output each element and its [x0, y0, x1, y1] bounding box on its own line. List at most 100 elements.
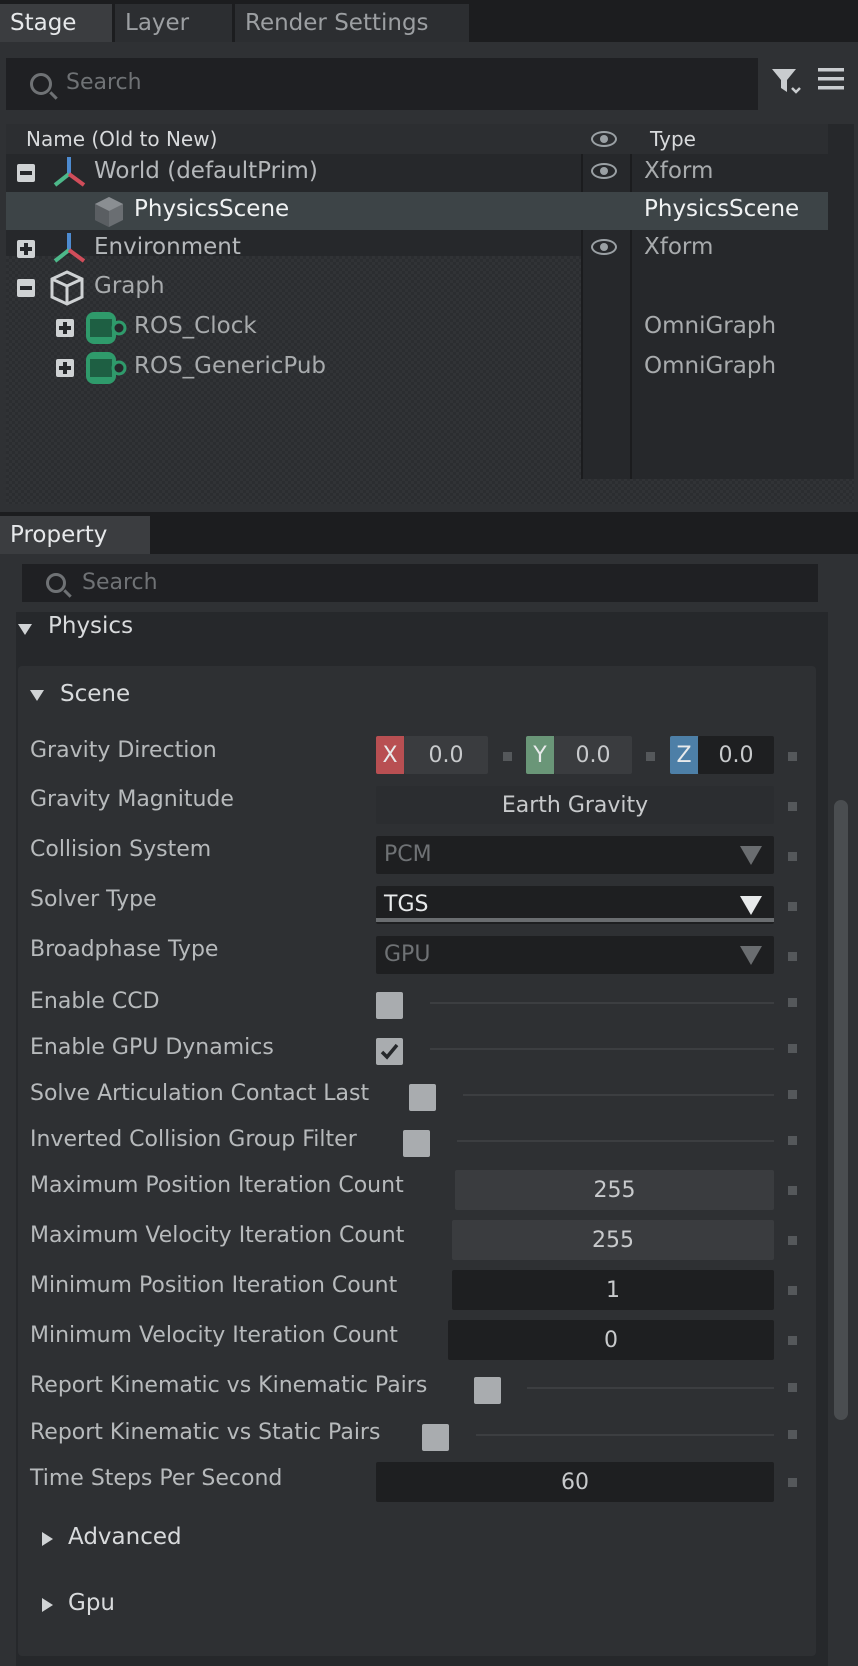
time-steps-per-second-field[interactable]: 60 [376, 1462, 774, 1502]
chevron-down-icon [740, 946, 762, 965]
default-indicator[interactable] [788, 902, 797, 911]
default-indicator[interactable] [788, 802, 797, 811]
default-indicator[interactable] [788, 752, 797, 761]
tree-row-environment[interactable]: Environment Xform [6, 230, 848, 268]
min-position-iteration-count-label: Minimum Position Iteration Count [30, 1273, 398, 1298]
row-divider [457, 1140, 774, 1142]
tree-row-ros-genericpub[interactable]: ROS_GenericPub OmniGraph [6, 348, 848, 388]
solver-type-value: TGS [384, 892, 429, 917]
broadphase-type-dropdown[interactable]: GPU [376, 936, 774, 974]
tab-render-settings[interactable]: Render Settings [235, 4, 469, 42]
report-kinematic-kinematic-pairs-checkbox[interactable] [474, 1377, 501, 1404]
collapse-icon[interactable] [17, 279, 35, 297]
min-velocity-iteration-count-label: Minimum Velocity Iteration Count [30, 1323, 398, 1348]
filter-icon[interactable] [770, 66, 802, 96]
column-type-header[interactable]: Type [650, 127, 696, 151]
min-velocity-iteration-count-field[interactable]: 0 [448, 1320, 774, 1360]
tab-layer[interactable]: Layer [115, 4, 232, 42]
enable-gpu-dynamics-checkbox[interactable] [376, 1038, 403, 1065]
tab-stage[interactable]: Stage [0, 4, 112, 42]
advanced-expand-icon[interactable] [42, 1532, 53, 1546]
inverted-collision-group-filter-label: Inverted Collision Group Filter [30, 1127, 357, 1152]
broadphase-type-value: GPU [384, 942, 431, 967]
visibility-column-eye-icon[interactable] [591, 131, 617, 147]
default-indicator[interactable] [788, 1136, 797, 1145]
column-name-header[interactable]: Name (Old to New) [26, 127, 217, 151]
default-indicator[interactable] [788, 1044, 797, 1053]
tree-row-world[interactable]: World (defaultPrim) Xform [6, 154, 848, 192]
property-search-placeholder: Search [82, 570, 158, 595]
gravity-x-value[interactable]: 0.0 [404, 736, 488, 774]
default-indicator[interactable] [788, 1186, 797, 1195]
gravity-magnitude-field[interactable]: Earth Gravity [376, 786, 774, 824]
gravity-y-value[interactable]: 0.0 [554, 736, 632, 774]
tree-row-ros-clock[interactable]: ROS_Clock OmniGraph [6, 308, 848, 348]
gpu-section-title[interactable]: Gpu [68, 1590, 115, 1616]
scene-section-title[interactable]: Scene [60, 681, 130, 707]
stage-search-input[interactable]: Search [6, 58, 758, 110]
collapse-icon[interactable] [17, 164, 35, 182]
tree-row-label: ROS_GenericPub [134, 353, 327, 379]
default-indicator[interactable] [788, 1383, 797, 1392]
tree-row-label: World (defaultPrim) [94, 158, 318, 184]
xform-axes-icon [53, 233, 86, 263]
default-indicator[interactable] [788, 1478, 797, 1487]
physics-section-title[interactable]: Physics [48, 613, 133, 639]
gravity-y-field[interactable]: Y 0.0 [526, 736, 632, 774]
gravity-magnitude-label: Gravity Magnitude [30, 787, 234, 812]
expand-icon[interactable] [56, 319, 74, 337]
report-kinematic-kinematic-pairs-label: Report Kinematic vs Kinematic Pairs [30, 1373, 428, 1398]
tree-row-type: Xform [644, 158, 714, 184]
tree-row-type: OmniGraph [644, 353, 777, 379]
search-icon [46, 573, 66, 593]
row-divider [430, 1048, 774, 1050]
default-indicator[interactable] [788, 1090, 797, 1099]
inverted-collision-group-filter-checkbox[interactable] [403, 1130, 430, 1157]
enable-ccd-checkbox[interactable] [376, 992, 403, 1019]
gravity-x-field[interactable]: X 0.0 [376, 736, 488, 774]
menu-icon[interactable] [818, 68, 844, 90]
expand-icon[interactable] [56, 359, 74, 377]
property-scrollbar[interactable] [834, 800, 848, 1420]
solve-articulation-contact-last-checkbox[interactable] [409, 1084, 436, 1111]
axis-z-badge: Z [670, 736, 698, 774]
separator-dot [646, 752, 655, 761]
default-indicator[interactable] [788, 852, 797, 861]
gravity-z-field[interactable]: Z 0.0 [670, 736, 774, 774]
default-indicator[interactable] [788, 952, 797, 961]
time-steps-per-second-label: Time Steps Per Second [30, 1466, 283, 1491]
visibility-eye-icon[interactable] [591, 163, 617, 179]
row-divider [430, 1002, 774, 1004]
tree-row-label: Graph [94, 273, 165, 299]
expand-icon[interactable] [17, 240, 35, 258]
solve-articulation-contact-last-label: Solve Articulation Contact Last [30, 1081, 370, 1106]
default-indicator[interactable] [788, 998, 797, 1007]
stage-search-placeholder: Search [66, 70, 142, 95]
collision-system-label: Collision System [30, 837, 212, 862]
gravity-z-value[interactable]: 0.0 [698, 736, 774, 774]
default-indicator[interactable] [788, 1430, 797, 1439]
collision-system-dropdown[interactable]: PCM [376, 836, 774, 874]
max-position-iteration-count-field[interactable]: 255 [455, 1170, 774, 1210]
property-search-input[interactable]: Search [22, 564, 818, 602]
gpu-expand-icon[interactable] [42, 1598, 53, 1612]
max-position-iteration-count-label: Maximum Position Iteration Count [30, 1173, 404, 1198]
tree-row-physicsscene[interactable]: PhysicsScene PhysicsScene [6, 192, 828, 230]
dropdown-underline [376, 918, 774, 922]
report-kinematic-static-pairs-checkbox[interactable] [422, 1424, 449, 1451]
default-indicator[interactable] [788, 1336, 797, 1345]
omnigraph-icon [86, 312, 127, 344]
tab-property[interactable]: Property [0, 516, 150, 554]
default-indicator[interactable] [788, 1236, 797, 1245]
scene-collapse-icon[interactable] [30, 690, 44, 701]
advanced-section-title[interactable]: Advanced [68, 1524, 182, 1550]
report-kinematic-static-pairs-label: Report Kinematic vs Static Pairs [30, 1420, 381, 1445]
physics-collapse-icon[interactable] [18, 624, 32, 635]
min-position-iteration-count-field[interactable]: 1 [452, 1270, 774, 1310]
xform-axes-icon [53, 157, 86, 187]
tree-row-graph[interactable]: Graph [6, 268, 848, 308]
solver-type-dropdown[interactable]: TGS [376, 886, 774, 924]
default-indicator[interactable] [788, 1286, 797, 1295]
max-velocity-iteration-count-field[interactable]: 255 [452, 1220, 774, 1260]
visibility-eye-icon[interactable] [591, 239, 617, 255]
